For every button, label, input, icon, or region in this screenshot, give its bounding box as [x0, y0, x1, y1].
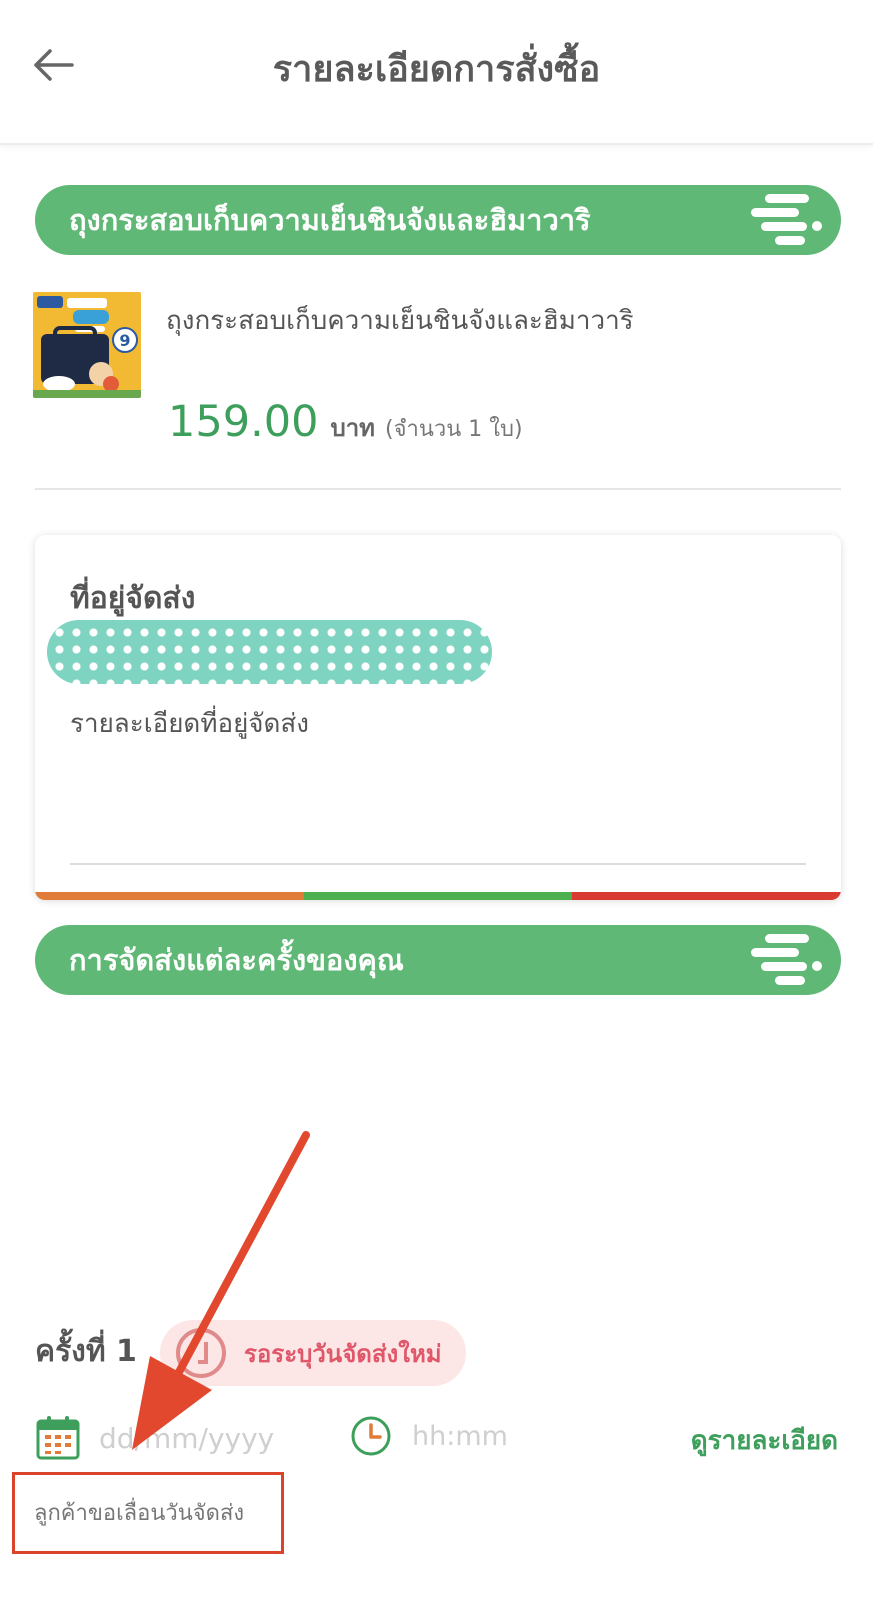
product-quantity: (จำนวน 1 ใบ) [385, 417, 523, 442]
address-color-bar [35, 892, 841, 900]
svg-text:9: 9 [119, 331, 130, 350]
address-heading: ที่อยู่จัดส่ง [70, 581, 196, 616]
postpone-note: ลูกค้าขอเลื่อนวันจัดส่ง [34, 1501, 245, 1526]
delivery-time-field[interactable]: hh:mm [350, 1415, 508, 1457]
product-section-title: ถุงกระสอบเก็บความเย็นชินจังและฮิมาวาริ [69, 203, 591, 237]
color-bar-green [303, 892, 573, 900]
product-name: ถุงกระสอบเก็บความเย็นชินจังและฮิมาวาริ [166, 306, 634, 336]
address-card: ที่อยู่จัดส่ง รายละเอียดที่อยู่จัดส่ง [35, 535, 841, 900]
product-price: 159.00 [168, 397, 319, 447]
header-bar: รายละเอียดการสั่งซื้อ [0, 0, 873, 145]
view-detail-link[interactable]: ดูรายละเอียด [691, 1420, 838, 1461]
delivery-section-banner: การจัดส่งแต่ละครั้งของคุณ [35, 925, 841, 995]
calendar-icon [36, 1416, 80, 1460]
section-divider [35, 488, 841, 490]
product-section-banner: ถุงกระสอบเก็บความเย็นชินจังและฮิมาวาริ [35, 185, 841, 255]
delivery-section-title: การจัดส่งแต่ละครั้งของคุณ [69, 943, 404, 977]
color-bar-red [572, 892, 841, 900]
delivery-date-field[interactable]: dd/mm/yyyy [35, 1415, 274, 1461]
page-title: รายละเอียดการสั่งซื้อ [272, 49, 601, 90]
delivery-round-label: ครั้งที่ 1 [35, 1334, 137, 1369]
delivery-date-placeholder: dd/mm/yyyy [99, 1421, 275, 1455]
speed-lines-icon [751, 934, 822, 985]
clock-icon [351, 1416, 391, 1456]
status-badge: รอระบุวันจัดส่งใหม่ [160, 1320, 466, 1386]
price-currency: บาท [330, 414, 375, 442]
address-detail-label: รายละเอียดที่อยู่จัดส่ง [70, 709, 309, 739]
speed-lines-icon [751, 194, 822, 245]
clock-outline-icon [176, 1328, 226, 1378]
price-row: 159.00 บาท (จำนวน 1 ใบ) [168, 397, 523, 447]
delivery-time-placeholder: hh:mm [412, 1420, 508, 1452]
redacted-recipient [47, 620, 492, 684]
status-text: รอระบุวันจัดส่งใหม่ [244, 1339, 442, 1368]
address-divider [70, 863, 806, 865]
color-bar-orange [35, 892, 304, 900]
product-image[interactable]: 9 [33, 292, 141, 398]
